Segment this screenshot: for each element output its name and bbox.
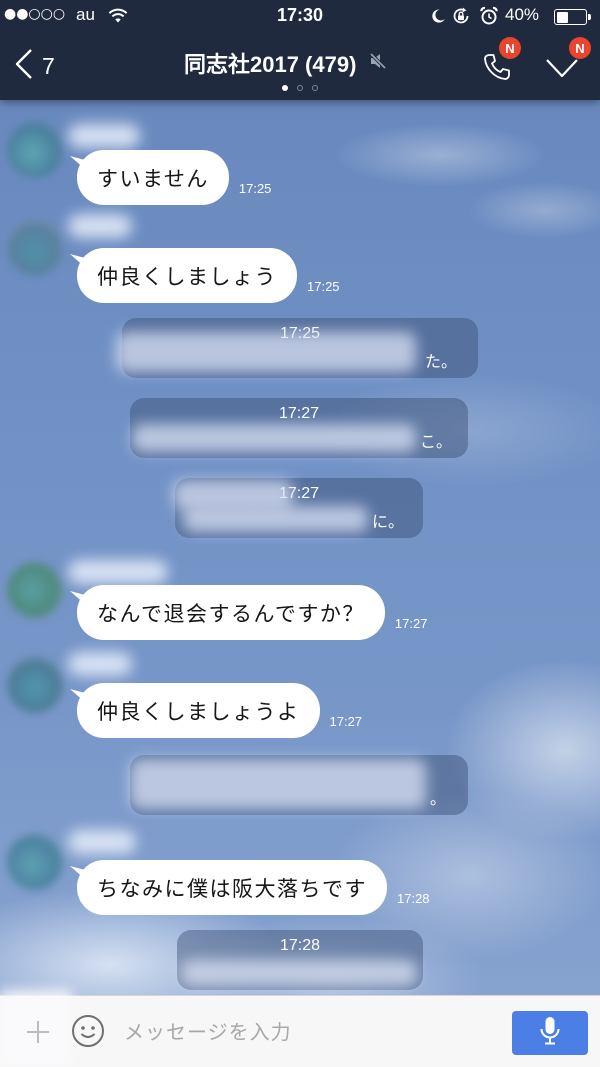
avatar[interactable] bbox=[7, 657, 63, 713]
system-message: 17:27 こ。 bbox=[130, 398, 468, 458]
message-time: 17:25 bbox=[238, 181, 272, 196]
top-bar: ●●○○○ au 17:30 40% 7 同志社2017 (479) N N bbox=[0, 0, 600, 100]
message-row: 仲良くしましょうよ 17:27 bbox=[77, 683, 362, 738]
message-input[interactable] bbox=[124, 1012, 494, 1052]
signal-strength: ●●○○○ bbox=[4, 6, 66, 22]
chat-title: 同志社2017 (479) bbox=[184, 52, 357, 77]
system-message-text: こ。 bbox=[420, 432, 453, 451]
system-message: 17:25 た。 bbox=[116, 318, 478, 378]
status-time: 17:30 bbox=[276, 5, 324, 25]
message-bubble[interactable]: なんで退会するんですか？ bbox=[77, 585, 385, 640]
mute-icon bbox=[368, 51, 388, 75]
message-text: すいません bbox=[97, 166, 209, 191]
sender-name-redacted bbox=[68, 652, 132, 676]
message-row: ちなみに僕は阪大落ちです 17:28 bbox=[77, 860, 430, 915]
battery-nub bbox=[588, 14, 591, 20]
avatar[interactable] bbox=[7, 834, 63, 890]
rotation-lock-icon bbox=[451, 6, 471, 30]
smiley-icon[interactable] bbox=[71, 1014, 105, 1052]
sender-name-redacted bbox=[68, 124, 140, 148]
wifi-icon bbox=[108, 8, 128, 28]
message-row: なんで退会するんですか？ 17:27 bbox=[77, 585, 427, 640]
message-input-bar bbox=[0, 990, 600, 1067]
mic-icon bbox=[539, 1016, 561, 1050]
system-message: 17:28 bbox=[177, 930, 423, 990]
chevron-down-icon bbox=[545, 59, 579, 83]
system-message-time: 17:28 bbox=[279, 937, 321, 954]
page-dot bbox=[312, 85, 318, 91]
redacted-blur bbox=[116, 332, 416, 372]
avatar[interactable] bbox=[7, 122, 63, 178]
menu-new-badge: N bbox=[569, 37, 591, 59]
chevron-left-icon bbox=[14, 48, 34, 84]
line-chat-screen: ●●○○○ au 17:30 40% 7 同志社2017 (479) N N す… bbox=[0, 0, 600, 1067]
system-message: 17:27 に。 bbox=[173, 478, 423, 538]
sender-name-redacted bbox=[68, 560, 168, 584]
message-bubble[interactable]: ちなみに僕は阪大落ちです bbox=[77, 860, 387, 915]
message-time: 17:28 bbox=[397, 891, 430, 906]
redacted-blur bbox=[181, 960, 417, 986]
message-time: 17:25 bbox=[307, 279, 340, 294]
sender-name-redacted bbox=[68, 830, 136, 854]
battery-fill bbox=[556, 11, 568, 23]
message-row: 仲良くしましょう 17:25 bbox=[77, 248, 340, 303]
message-bubble[interactable]: 仲良くしましょう bbox=[77, 248, 297, 303]
redacted-blur bbox=[132, 424, 416, 452]
plus-icon[interactable] bbox=[25, 1019, 51, 1049]
message-bubble[interactable]: 仲良くしましょうよ bbox=[77, 683, 320, 738]
message-text: 仲良くしましょう bbox=[97, 264, 277, 289]
redacted-blur bbox=[130, 759, 426, 809]
call-new-badge: N bbox=[499, 37, 521, 59]
phone-icon bbox=[482, 54, 512, 86]
message-time: 17:27 bbox=[329, 714, 363, 729]
battery-icon bbox=[554, 9, 591, 25]
back-button[interactable]: 7 bbox=[14, 48, 55, 84]
avatar[interactable] bbox=[7, 220, 63, 276]
moon-icon bbox=[430, 8, 446, 28]
system-message: 。 bbox=[130, 755, 468, 815]
message-bubble[interactable]: すいません bbox=[77, 150, 229, 205]
message-row: すいません 17:25 bbox=[77, 150, 271, 205]
system-message-text: に。 bbox=[372, 512, 405, 531]
sender-name-redacted bbox=[68, 214, 132, 238]
page-dot-active bbox=[282, 85, 288, 91]
menu-button[interactable] bbox=[545, 57, 579, 83]
system-message-time: 17:27 bbox=[278, 405, 320, 422]
message-text: ちなみに僕は阪大落ちです bbox=[97, 876, 367, 901]
message-text: 仲良くしましょうよ bbox=[97, 699, 300, 724]
battery-percentage: 40% bbox=[505, 5, 540, 24]
carrier-name: au bbox=[76, 5, 95, 24]
system-message-text: 。 bbox=[430, 789, 447, 808]
message-text: なんで退会するんですか？ bbox=[97, 601, 365, 626]
message-time: 17:27 bbox=[394, 616, 428, 631]
chat-title-area: 同志社2017 (479) bbox=[184, 47, 388, 79]
alarm-icon bbox=[479, 6, 499, 30]
unread-chats-count: 7 bbox=[42, 52, 55, 79]
voice-message-button[interactable] bbox=[512, 1011, 588, 1055]
redacted-blur bbox=[183, 506, 368, 532]
avatar[interactable] bbox=[7, 562, 63, 618]
page-dot bbox=[297, 85, 303, 91]
system-message-text: た。 bbox=[425, 352, 458, 371]
